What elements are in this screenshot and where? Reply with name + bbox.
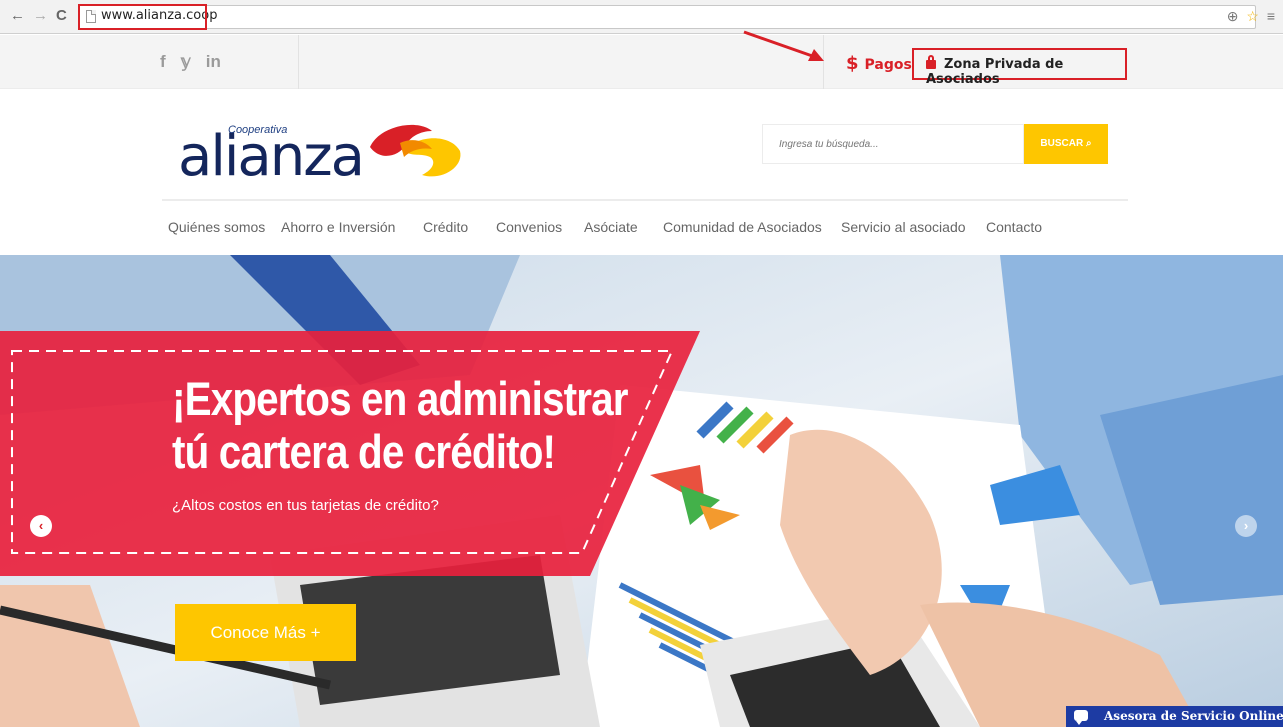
menu-item-comunidad[interactable]: Comunidad de Asociados: [663, 219, 822, 235]
menu-item-credito[interactable]: Crédito: [423, 219, 468, 235]
menu-item-contacto[interactable]: Contacto: [986, 219, 1042, 235]
menu-item-quienes-somos[interactable]: Quiénes somos: [168, 219, 265, 235]
header-divider: [162, 199, 1128, 201]
chat-bubble-icon: [1074, 710, 1088, 725]
browser-menu-icon[interactable]: ≡: [1267, 8, 1275, 24]
page: ← → C www.alianza.coop ⊕ ☆ ≡ f 𝕪 in $ Pag…: [0, 0, 1283, 727]
logo-tagline: Cooperativa: [228, 124, 288, 136]
search-input[interactable]: [762, 124, 1024, 164]
reload-icon[interactable]: C: [56, 7, 67, 25]
chat-label: Asesora de Servicio Online: [1104, 709, 1283, 723]
search-button[interactable]: BUSCAR ⌕: [1024, 124, 1108, 164]
lock-icon: [926, 55, 936, 69]
hero-title-line-1: ¡Expertos en administrar: [172, 372, 628, 425]
social-links: f 𝕪 in: [160, 52, 231, 72]
chat-widget[interactable]: Asesora de Servicio Online: [1066, 706, 1283, 727]
zona-privada-button[interactable]: Zona Privada de Asociados: [912, 48, 1127, 87]
top-bar: f 𝕪 in $ Pagos Zona Privada de Asociados: [0, 35, 1283, 89]
hero-subtitle: ¿Altos costos en tus tarjetas de crédito…: [172, 497, 439, 514]
carousel-next-icon[interactable]: ›: [1235, 515, 1257, 537]
annotation-arrow-icon: [743, 30, 824, 61]
menu-item-servicio[interactable]: Servicio al asociado: [841, 219, 966, 235]
browser-actions: ⊕ ☆ ≡: [1223, 8, 1275, 25]
browser-toolbar: ← → C www.alianza.coop ⊕ ☆ ≡: [0, 0, 1283, 34]
dollar-icon: $: [846, 53, 859, 74]
logo-hands-icon: [370, 124, 461, 177]
hero-title-line-2: tú cartera de crédito!: [172, 425, 556, 478]
menu-item-ahorro-inversion[interactable]: Ahorro e Inversión: [281, 219, 395, 235]
carousel-prev-icon[interactable]: ‹: [30, 515, 52, 537]
back-icon[interactable]: ←: [10, 7, 25, 25]
menu-item-convenios[interactable]: Convenios: [496, 219, 562, 235]
pagos-label: Pagos: [864, 57, 912, 73]
facebook-icon[interactable]: f: [160, 52, 166, 71]
zona-privada-label: Zona Privada de Asociados: [926, 57, 1064, 87]
address-bar[interactable]: [78, 5, 1256, 29]
bookmark-star-icon[interactable]: ☆: [1246, 8, 1259, 24]
twitter-icon[interactable]: 𝕪: [180, 52, 191, 71]
zoom-icon[interactable]: ⊕: [1227, 8, 1239, 24]
linkedin-icon[interactable]: in: [206, 52, 221, 71]
pagos-link[interactable]: $ Pagos: [846, 53, 912, 74]
forward-icon[interactable]: →: [33, 7, 48, 25]
topbar-divider: [298, 35, 299, 89]
hero-title: ¡Expertos en administrar tú cartera de c…: [172, 372, 628, 478]
url-highlight: [78, 4, 207, 30]
conoce-mas-button[interactable]: Conoce Más +: [175, 604, 356, 661]
menu-item-asociate[interactable]: Asóciate: [584, 219, 638, 235]
